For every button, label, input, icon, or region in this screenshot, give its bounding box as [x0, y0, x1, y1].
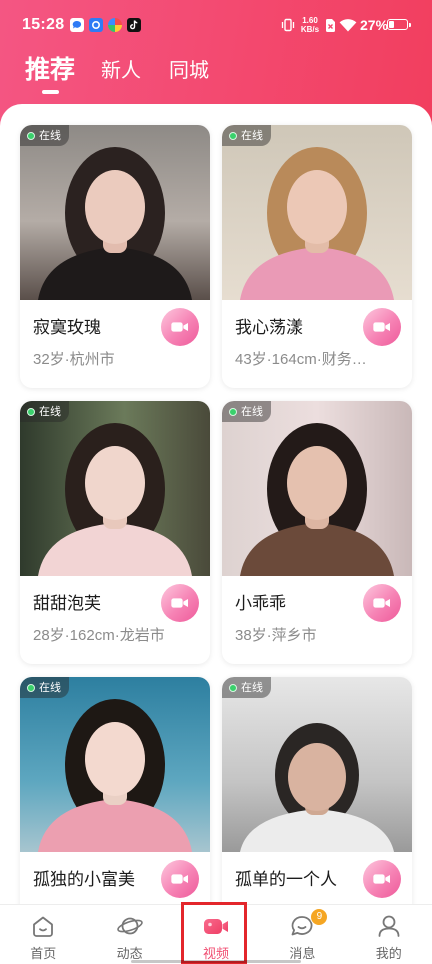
- online-label: 在线: [39, 681, 61, 694]
- gesture-bar: [131, 960, 301, 963]
- nav-item-feed[interactable]: 动态: [86, 905, 172, 964]
- notification-icons: [70, 18, 141, 32]
- video-call-button[interactable]: [161, 308, 199, 346]
- profile-card[interactable]: 在线 甜甜泡芙 28岁·162cm·龙岩市: [20, 401, 210, 664]
- profile-name: 小乖乖: [235, 594, 286, 613]
- profile-info: 43岁·164cm·财务…: [235, 351, 367, 368]
- battery-percentage: 27%: [360, 17, 389, 33]
- planet-icon: [116, 917, 143, 935]
- profile-name: 孤独的小富美: [33, 870, 135, 889]
- profile-photo: 在线: [20, 677, 210, 852]
- online-label: 在线: [241, 681, 263, 694]
- portrait-silhouette: [38, 699, 192, 852]
- online-status-badge: 在线: [20, 125, 69, 146]
- online-status-badge: 在线: [222, 401, 271, 422]
- nav-label: 首页: [30, 946, 57, 961]
- vibrate-icon: [281, 18, 295, 32]
- tab-newcomers[interactable]: 新人: [101, 57, 141, 85]
- video-call-icon: [171, 322, 188, 332]
- online-dot-icon: [27, 131, 35, 140]
- profile-card[interactable]: 在线 小乖乖 38岁·萍乡市: [222, 401, 412, 664]
- nav-label: 我的: [375, 946, 402, 961]
- profile-info: 32岁·杭州市: [33, 351, 115, 368]
- wifi-icon: [339, 19, 357, 32]
- profile-name: 寂寞玫瑰: [33, 318, 101, 337]
- status-time: 15:28: [22, 16, 65, 33]
- profile-info: 28岁·162cm·龙岩市: [33, 627, 165, 644]
- video-call-icon: [373, 598, 390, 608]
- profile-info: 38岁·萍乡市: [235, 627, 317, 644]
- profile-photo: 在线: [222, 677, 412, 852]
- video-call-button[interactable]: [363, 860, 401, 898]
- video-call-icon: [171, 598, 188, 608]
- tiktok-icon: [127, 18, 141, 32]
- portrait-silhouette: [38, 147, 192, 300]
- online-status-badge: 在线: [20, 677, 69, 698]
- pinwheel-app-icon: [108, 18, 122, 32]
- network-speed: 1.60 KB/s: [299, 16, 321, 34]
- video-call-icon: [373, 874, 390, 884]
- portrait-silhouette: [38, 423, 192, 576]
- portrait-silhouette: [240, 147, 394, 300]
- network-speed-unit: KB/s: [300, 25, 320, 34]
- nav-item-home[interactable]: 首页: [0, 905, 86, 964]
- online-label: 在线: [39, 129, 61, 142]
- online-label: 在线: [39, 405, 61, 418]
- nav-item-profile[interactable]: 我的: [346, 905, 432, 964]
- video-call-icon: [373, 322, 390, 332]
- online-dot-icon: [27, 407, 35, 416]
- highlight-box: [181, 902, 247, 964]
- profile-name: 我心荡漾: [235, 318, 303, 337]
- online-label: 在线: [241, 405, 263, 418]
- profile-photo: 在线: [20, 125, 210, 300]
- online-status-badge: 在线: [222, 125, 271, 146]
- profile-card[interactable]: 在线 孤独的小富美: [20, 677, 210, 940]
- blue-app-icon: [89, 18, 103, 32]
- video-call-button[interactable]: [161, 584, 199, 622]
- video-call-button[interactable]: [161, 860, 199, 898]
- status-bar: 15:28 1.60 KB/s 27%: [0, 0, 432, 48]
- tab-same-city[interactable]: 同城: [169, 57, 209, 85]
- video-call-icon: [171, 874, 188, 884]
- online-status-badge: 在线: [20, 401, 69, 422]
- profile-photo: 在线: [20, 401, 210, 576]
- video-call-button[interactable]: [363, 584, 401, 622]
- online-dot-icon: [229, 683, 237, 692]
- portrait-silhouette: [240, 423, 394, 576]
- message-app-icon: [70, 18, 84, 32]
- message-count-badge: 9: [310, 908, 329, 926]
- online-label: 在线: [241, 129, 263, 142]
- online-status-badge: 在线: [222, 677, 271, 698]
- tab-recommend[interactable]: 推荐: [25, 56, 75, 84]
- profile-photo: 在线: [222, 125, 412, 300]
- network-speed-value: 1.60: [302, 16, 318, 25]
- profile-photo: 在线: [222, 401, 412, 576]
- portrait-silhouette: [240, 723, 394, 852]
- profile-name: 孤单的一个人: [235, 870, 337, 889]
- profile-card[interactable]: 在线 我心荡漾 43岁·164cm·财务…: [222, 125, 412, 388]
- active-tab-indicator: [42, 90, 59, 94]
- profile-card[interactable]: 在线 寂寞玫瑰 32岁·杭州市: [20, 125, 210, 388]
- profile-icon: [378, 915, 400, 937]
- no-sim-icon: [326, 19, 335, 32]
- home-icon: [33, 916, 54, 937]
- battery-fill: [389, 21, 394, 28]
- profile-name: 甜甜泡芙: [33, 594, 101, 613]
- online-dot-icon: [27, 683, 35, 692]
- battery-icon: [387, 19, 411, 30]
- online-dot-icon: [229, 407, 237, 416]
- nav-item-messages[interactable]: 9 消息: [259, 905, 345, 964]
- video-call-button[interactable]: [363, 308, 401, 346]
- online-dot-icon: [229, 131, 237, 140]
- profile-card[interactable]: 在线 孤单的一个人: [222, 677, 412, 940]
